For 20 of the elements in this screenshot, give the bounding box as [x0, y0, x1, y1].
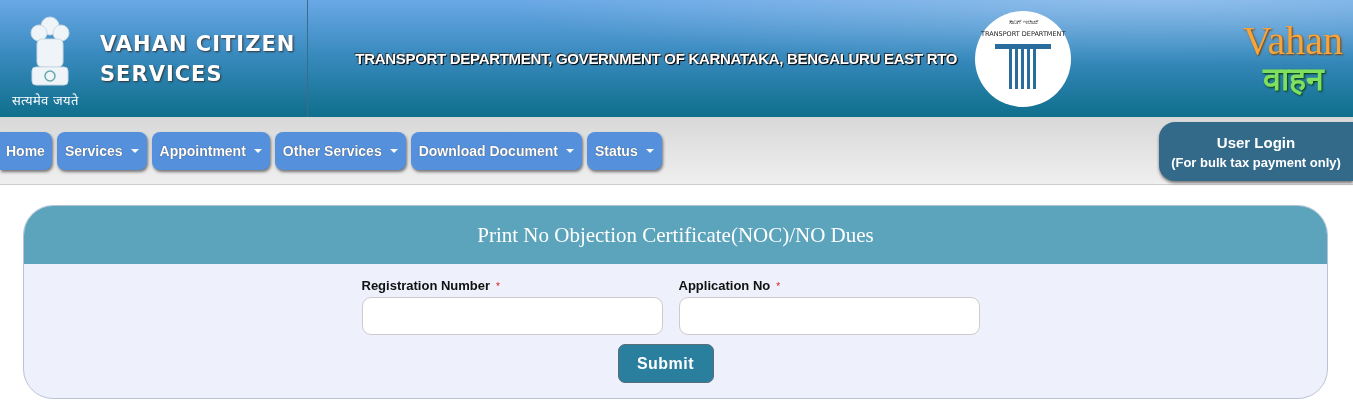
nav-menu-button[interactable]: Status — [586, 131, 662, 170]
nav-menu-button[interactable]: Home — [0, 131, 52, 170]
nav-menu-button[interactable]: Download Document — [410, 131, 582, 170]
emblem-motto: सत्यमेव जयते — [12, 91, 78, 109]
nav-menu-button[interactable]: Appointment — [151, 131, 270, 170]
nav-menu-button[interactable]: Other Services — [274, 131, 406, 170]
input-field[interactable] — [678, 297, 980, 335]
submit-button[interactable]: Submit — [617, 344, 714, 383]
site-title: SERVICES — [100, 60, 224, 88]
nav-menu-button[interactable]: Services — [56, 131, 147, 170]
required-mark: * — [496, 281, 500, 292]
site-title: VAHAN CITIZEN — [100, 30, 296, 58]
input-field[interactable] — [361, 297, 663, 335]
required-mark: * — [776, 281, 781, 292]
field-label: Registration Number — [361, 278, 491, 293]
department-name: TRANSPORT DEPARTMENT, GOVERNMENT OF KARNATAKA, BENGALURU EAST RTO — [355, 50, 958, 67]
field-label: Application No — [678, 278, 771, 293]
brand-logo: Vahan वाहन — [1243, 20, 1343, 97]
card-title: Print No Objection Certificate(NOC)/NO Dues — [477, 222, 874, 248]
user-login-button[interactable]: User Login (For bulk tax payment only) — [1159, 122, 1353, 181]
